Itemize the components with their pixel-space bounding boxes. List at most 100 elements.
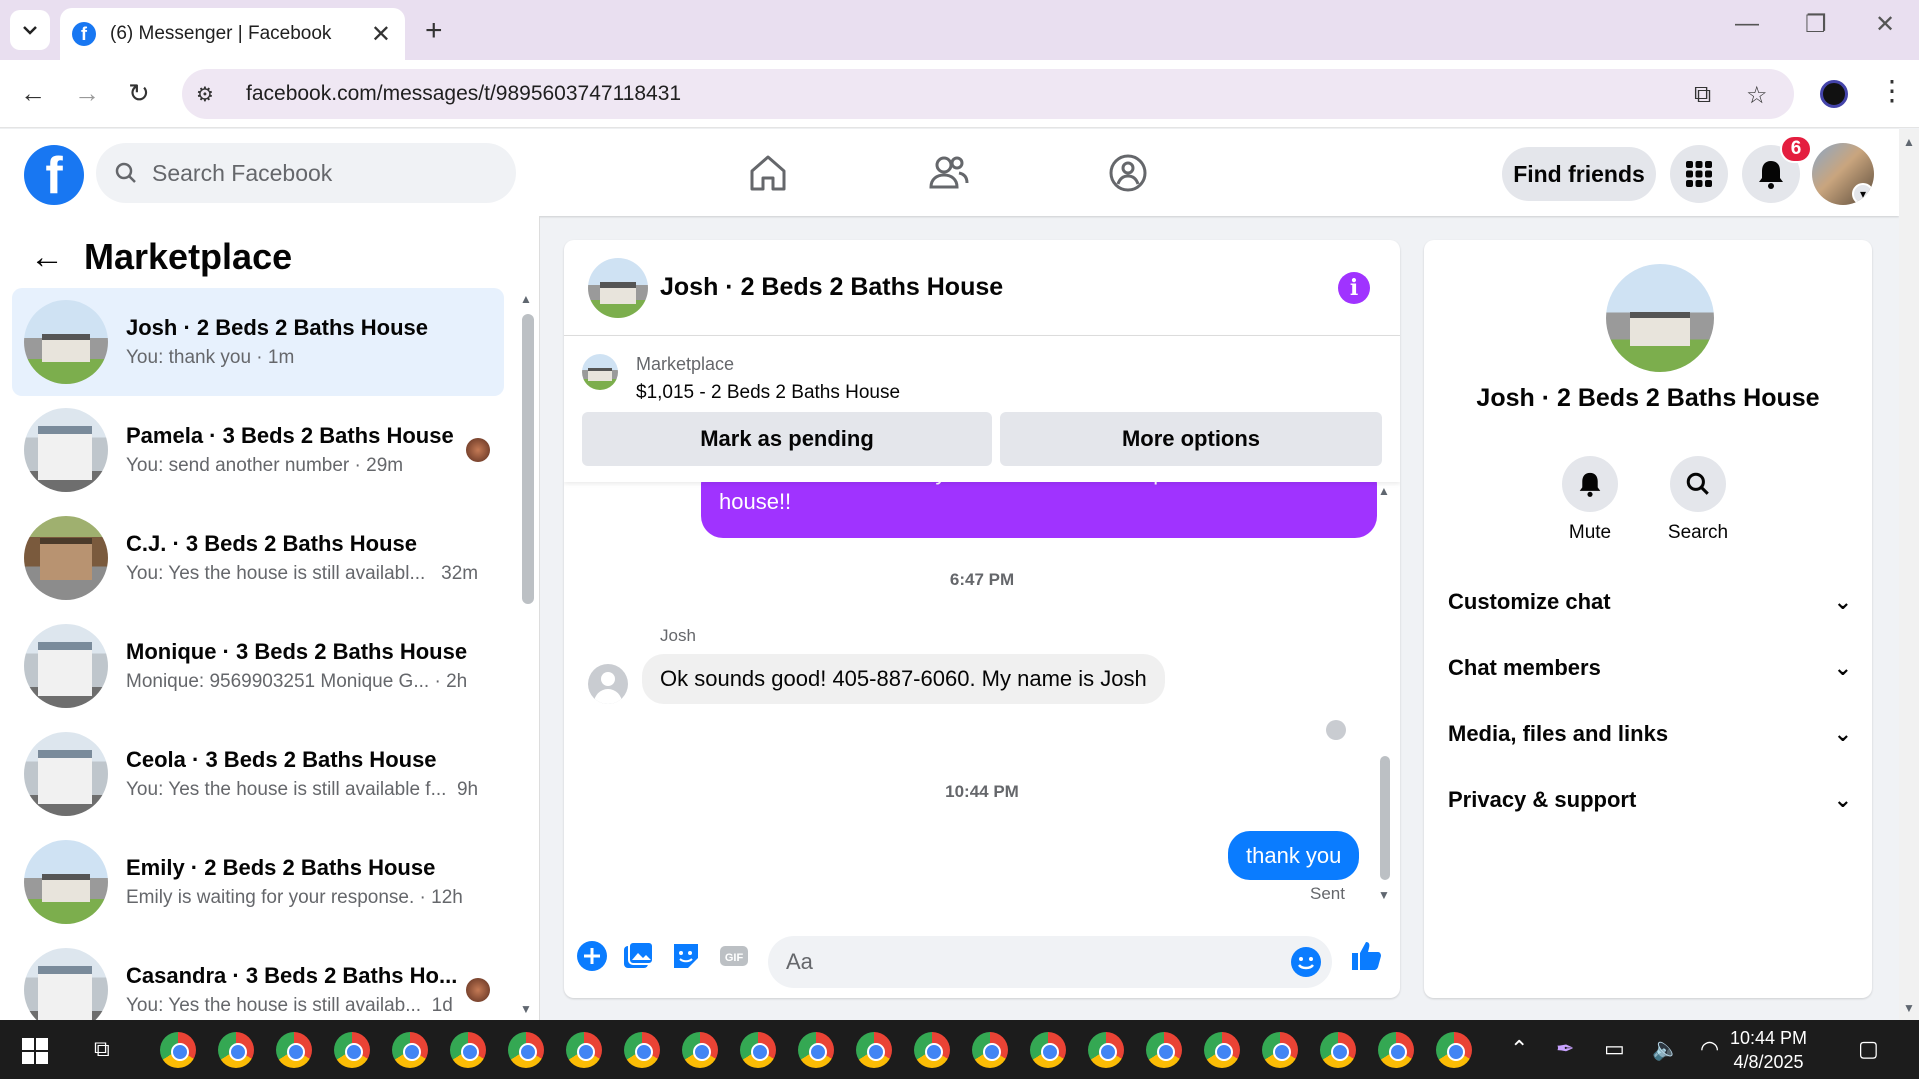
back-icon[interactable]: ← <box>20 78 46 109</box>
notification-center-icon[interactable]: ▢ <box>1858 1036 1879 1062</box>
message-bubble-outgoing[interactable]: thank you <box>1228 831 1360 880</box>
facebook-search[interactable] <box>96 143 516 203</box>
browser-menu-icon[interactable]: ⋮ <box>1878 74 1906 107</box>
mark-as-pending-button[interactable]: Mark as pending <box>582 412 992 466</box>
chrome-icon[interactable] <box>566 1032 602 1068</box>
mute-action[interactable]: Mute <box>1540 456 1640 544</box>
back-arrow-icon[interactable]: ← <box>30 238 64 277</box>
photo-icon[interactable] <box>620 938 656 974</box>
chrome-icon[interactable] <box>1204 1032 1240 1068</box>
conversation-item[interactable]: Josh · 2 Beds 2 Baths House You: thank yo… <box>12 288 504 396</box>
message-bubble-incoming[interactable]: Ok sounds good! 405-887-6060. My name is… <box>642 654 1165 704</box>
home-icon[interactable] <box>746 151 790 195</box>
chrome-icon[interactable] <box>798 1032 834 1068</box>
task-view-icon[interactable]: ⧉ <box>94 1036 110 1062</box>
windows-start-icon[interactable] <box>22 1038 48 1064</box>
groups-icon[interactable] <box>1106 151 1150 195</box>
listing-thumbnail <box>24 624 108 708</box>
listing-title[interactable]: $1,015 - 2 Beds 2 Baths House <box>636 382 900 404</box>
wifi-icon[interactable]: ◠ <box>1700 1036 1719 1062</box>
sticker-icon[interactable] <box>668 938 704 974</box>
privacy-support-row[interactable]: Privacy & support ⌄ <box>1448 772 1852 828</box>
chrome-icon[interactable] <box>1262 1032 1298 1068</box>
account-avatar[interactable]: ▾ <box>1812 143 1874 205</box>
chrome-icon[interactable] <box>392 1032 428 1068</box>
scroll-up-icon[interactable]: ▲ <box>520 292 532 306</box>
chrome-icon[interactable] <box>218 1032 254 1068</box>
like-thumb-icon[interactable] <box>1348 938 1384 974</box>
conversation-item[interactable]: Ceola · 3 Beds 2 Baths House You: Yes the… <box>12 720 504 828</box>
chrome-icon[interactable] <box>682 1032 718 1068</box>
system-clock[interactable]: 10:44 PM 4/8/2025 <box>1730 1026 1807 1074</box>
chrome-icon[interactable] <box>740 1032 776 1068</box>
chrome-icon[interactable] <box>1088 1032 1124 1068</box>
url-text[interactable]: facebook.com/messages/t/9895603747118431 <box>246 82 681 106</box>
conversation-item[interactable]: Monique · 3 Beds 2 Baths House Monique: 9… <box>12 612 504 720</box>
find-friends-button[interactable]: Find friends <box>1502 147 1656 201</box>
new-tab-icon[interactable]: + <box>425 14 443 48</box>
chat-members-row[interactable]: Chat members ⌄ <box>1448 640 1852 696</box>
sender-avatar[interactable] <box>588 664 628 704</box>
restore-icon[interactable]: ❐ <box>1805 10 1827 39</box>
site-settings-icon[interactable]: ⚙ <box>196 82 226 107</box>
chrome-icon[interactable] <box>972 1032 1008 1068</box>
chrome-icon[interactable] <box>160 1032 196 1068</box>
chat-profile-avatar[interactable] <box>1606 264 1714 372</box>
search-input[interactable] <box>152 159 492 187</box>
scroll-up-icon[interactable]: ▲ <box>1378 484 1390 498</box>
tab-list-button[interactable] <box>10 10 50 50</box>
install-app-icon[interactable]: ⧉ <box>1694 81 1711 109</box>
chrome-icon[interactable] <box>1030 1032 1066 1068</box>
message-input[interactable] <box>786 949 1266 975</box>
chrome-icon[interactable] <box>276 1032 312 1068</box>
chat-title[interactable]: Josh · 2 Beds 2 Baths House <box>660 273 1003 302</box>
volume-icon[interactable]: 🔈 <box>1652 1036 1679 1062</box>
reload-icon[interactable]: ↻ <box>128 78 150 109</box>
page-scrollbar[interactable]: ▲ ▼ <box>1899 129 1919 1020</box>
browser-tab[interactable]: f (6) Messenger | Facebook ✕ <box>60 8 405 60</box>
chat-avatar[interactable] <box>588 257 648 318</box>
chrome-icon[interactable] <box>914 1032 950 1068</box>
search-action[interactable]: Search <box>1648 456 1748 544</box>
scroll-down-icon[interactable]: ▼ <box>1903 1001 1915 1015</box>
extension-icon[interactable] <box>1820 80 1848 108</box>
chrome-icon[interactable] <box>334 1032 370 1068</box>
message-input-box[interactable] <box>768 936 1332 988</box>
info-icon[interactable]: i <box>1338 272 1370 304</box>
scroll-up-icon[interactable]: ▲ <box>1903 135 1915 149</box>
chrome-icon[interactable] <box>1436 1032 1472 1068</box>
minimize-icon[interactable]: — <box>1735 10 1759 38</box>
chrome-icon[interactable] <box>1146 1032 1182 1068</box>
chrome-icon[interactable] <box>450 1032 486 1068</box>
conversation-item[interactable]: C.J. · 3 Beds 2 Baths House You: Yes the … <box>12 504 504 612</box>
more-options-button[interactable]: More options <box>1000 412 1382 466</box>
tray-overflow-icon[interactable]: ⌃ <box>1510 1036 1528 1062</box>
forward-icon[interactable]: → <box>74 78 100 109</box>
friends-icon[interactable] <box>926 151 970 195</box>
chat-scrollbar[interactable] <box>1380 756 1390 880</box>
chrome-icon[interactable] <box>508 1032 544 1068</box>
emoji-icon[interactable] <box>1288 944 1324 980</box>
media-files-links-row[interactable]: Media, files and links ⌄ <box>1448 706 1852 762</box>
battery-icon[interactable]: ▭ <box>1604 1036 1625 1062</box>
omnibox[interactable]: ⚙ facebook.com/messages/t/98956037471184… <box>182 69 1794 119</box>
conversation-item[interactable]: Pamela · 3 Beds 2 Baths House You: send a… <box>12 396 504 504</box>
plus-circle-icon[interactable] <box>574 938 610 974</box>
chrome-icon[interactable] <box>624 1032 660 1068</box>
chrome-icon[interactable] <box>856 1032 892 1068</box>
conversation-list-scrollbar[interactable] <box>522 314 534 604</box>
conversation-item[interactable]: Casandra · 3 Beds 2 Baths Ho... You: Yes … <box>12 936 504 1020</box>
bookmark-star-icon[interactable]: ☆ <box>1746 81 1768 110</box>
pen-tray-icon[interactable]: ✒ <box>1556 1036 1574 1062</box>
chrome-icon[interactable] <box>1378 1032 1414 1068</box>
menu-button[interactable] <box>1670 145 1728 203</box>
gif-icon[interactable]: GIF <box>716 938 752 974</box>
close-window-icon[interactable]: ✕ <box>1875 10 1895 39</box>
customize-chat-row[interactable]: Customize chat ⌄ <box>1448 574 1852 630</box>
conversation-item[interactable]: Emily · 2 Beds 2 Baths House Emily is wai… <box>12 828 504 936</box>
chrome-icon[interactable] <box>1320 1032 1356 1068</box>
scroll-down-icon[interactable]: ▼ <box>1378 888 1390 902</box>
facebook-logo-icon[interactable]: f <box>24 145 84 205</box>
scroll-down-icon[interactable]: ▼ <box>520 1002 532 1016</box>
close-tab-icon[interactable]: ✕ <box>371 20 391 49</box>
